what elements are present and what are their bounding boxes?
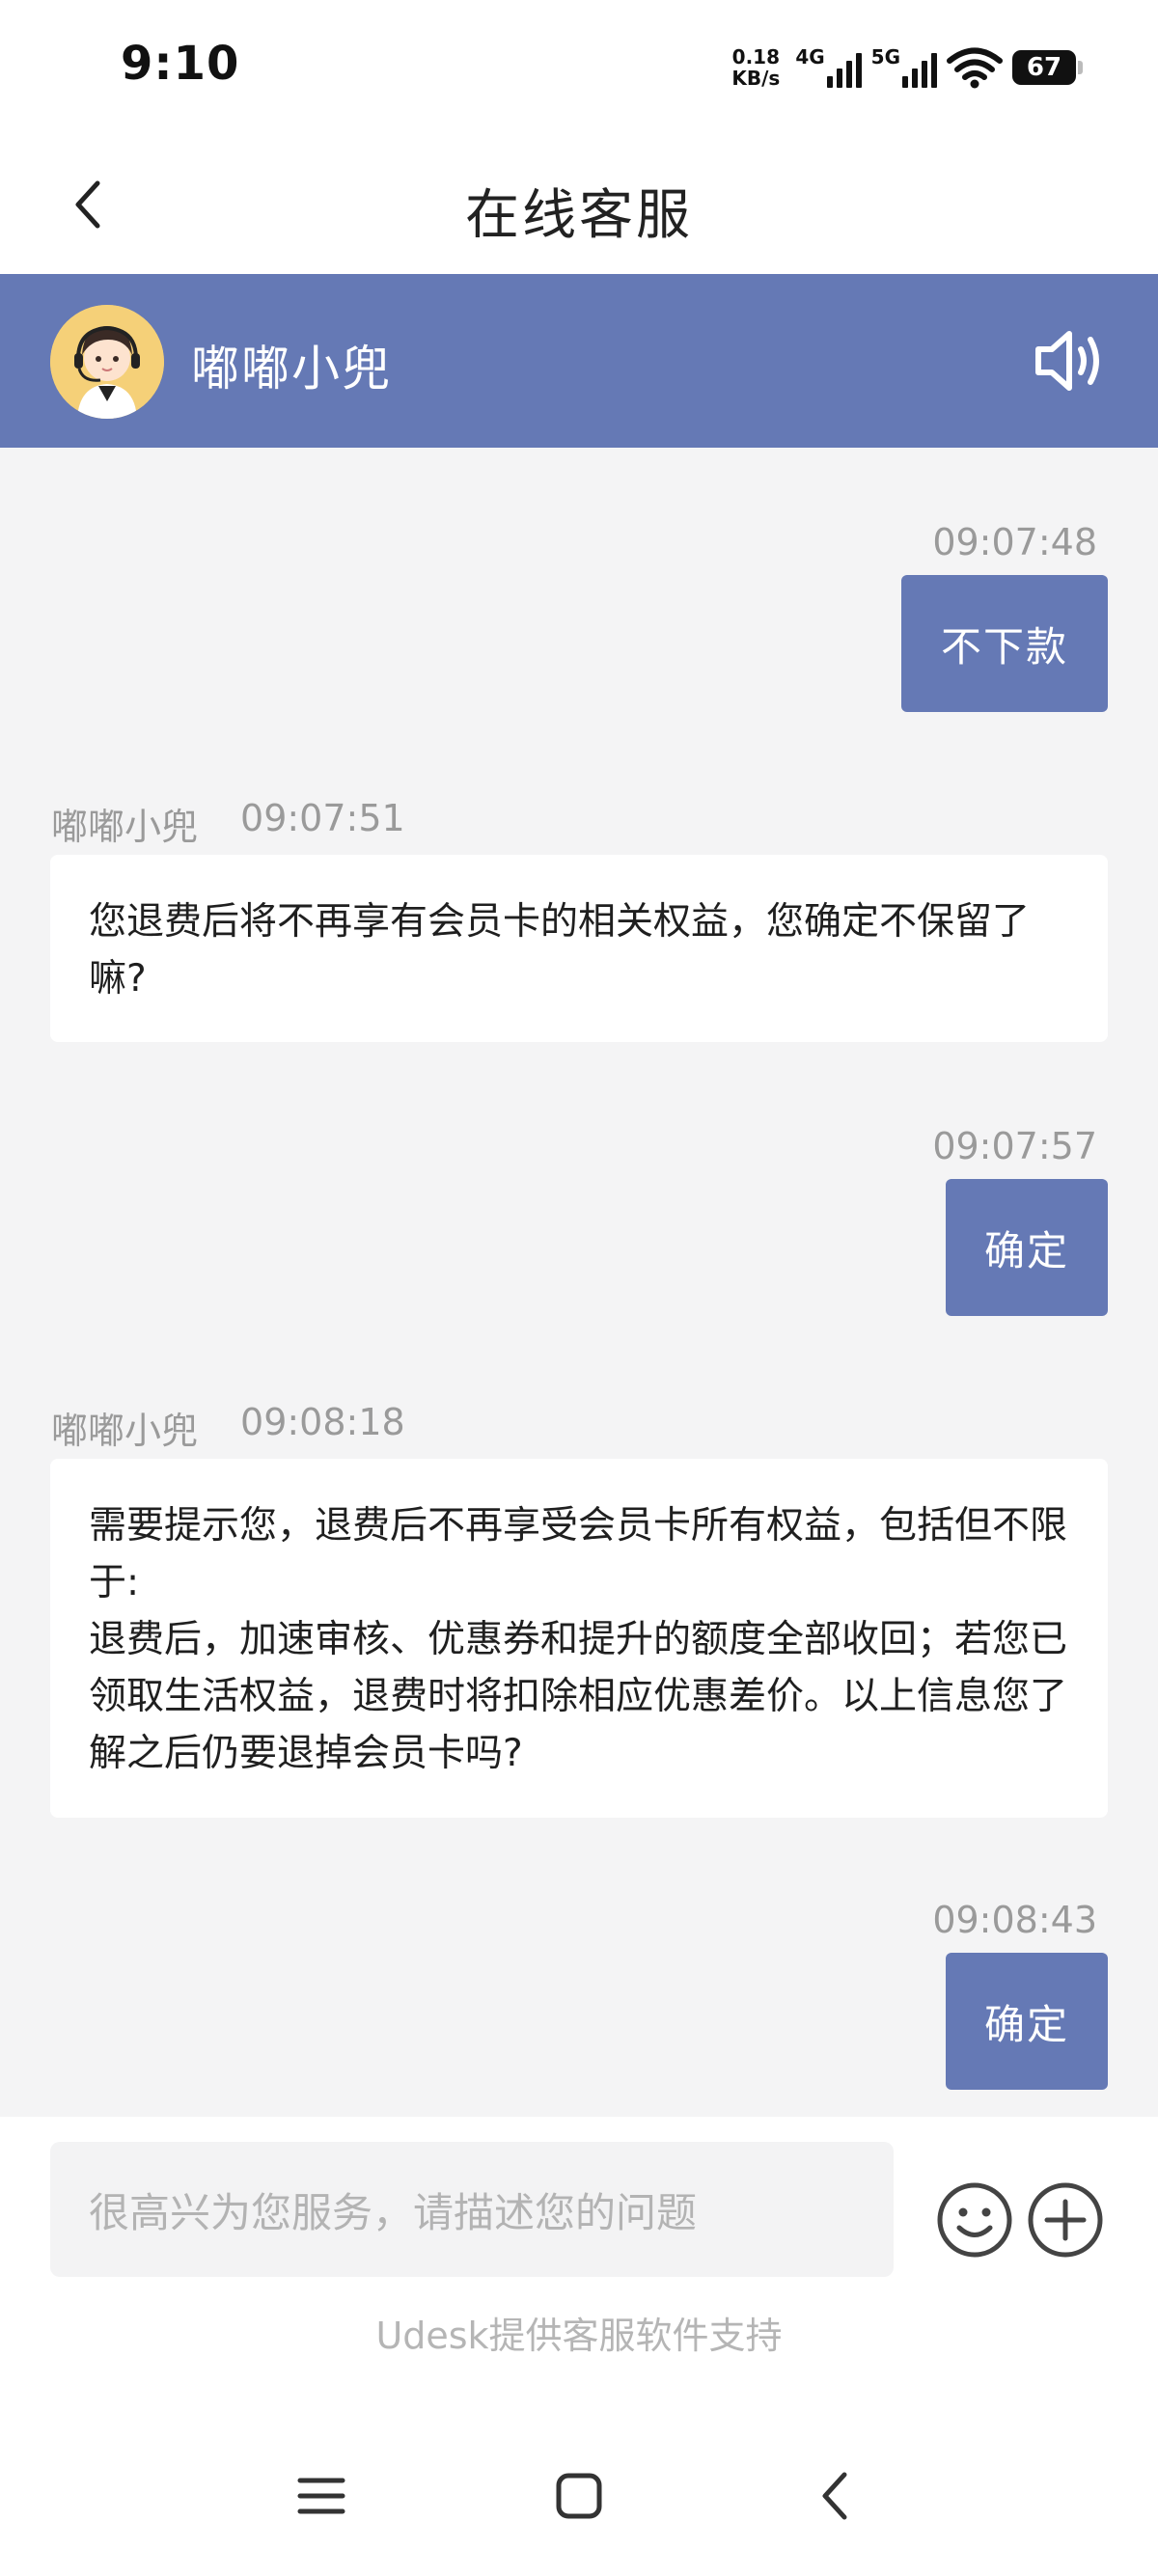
- agent-header: 嘟嘟小兜: [0, 274, 1158, 448]
- incoming-message-bubble[interactable]: 需要提示您，退费后不再享受会员卡所有权益，包括但不限于: 退费后，加速审核、优惠…: [50, 1459, 1108, 1818]
- wifi-icon: [947, 46, 1003, 89]
- input-area: 很高兴为您服务，请描述您的问题 Udesk提供客服软件支持: [0, 2117, 1158, 2397]
- outgoing-message-bubble[interactable]: 确定: [946, 1179, 1108, 1316]
- speaker-icon: [1035, 331, 1099, 391]
- message-time: 09:08:18: [240, 1401, 405, 1443]
- smiley-icon: [937, 2182, 1012, 2258]
- menu-icon: [297, 2478, 345, 2514]
- battery-icon: 67: [1012, 50, 1083, 85]
- square-icon: [556, 2473, 602, 2519]
- emoji-button[interactable]: [935, 2180, 1014, 2260]
- incoming-message-bubble[interactable]: 您退费后将不再享有会员卡的相关权益，您确定不保留了嘛?: [50, 855, 1108, 1042]
- message-time: 09:07:48: [932, 521, 1097, 563]
- footer-note: Udesk提供客服软件支持: [375, 2315, 783, 2357]
- nav-bar: 在线客服: [0, 135, 1158, 274]
- message-text-line: 退费后，加速审核、优惠券和提升的额度全部收回；若您已领取生活权益，退费时将扣除相…: [89, 1618, 1068, 1775]
- chat-screen: 9:10 0.18 KB/s 4G 5G 67 在线客服 嘟嘟小兜 09:07:…: [0, 0, 1158, 2576]
- network-speed: 0.18 KB/s: [731, 46, 780, 89]
- agent-avatar: [50, 305, 164, 419]
- message-text-line: 需要提示您，退费后不再享受会员卡所有权益，包括但不限于:: [89, 1504, 1068, 1604]
- agent-name: 嘟嘟小兜: [191, 341, 392, 397]
- incoming-message-header: 嘟嘟小兜 09:07:51: [51, 797, 405, 850]
- sender-name: 嘟嘟小兜: [51, 806, 199, 848]
- signal-4g-icon: 4G: [795, 45, 862, 88]
- message-time: 09:07:51: [240, 797, 405, 839]
- home-button[interactable]: [545, 2462, 613, 2530]
- sender-name: 嘟嘟小兜: [51, 1410, 199, 1452]
- message-time: 09:07:57: [932, 1125, 1097, 1167]
- message-text: 您退费后将不再享有会员卡的相关权益，您确定不保留了嘛?: [89, 900, 1031, 1000]
- chat-messages[interactable]: 09:07:48 不下款 嘟嘟小兜 09:07:51 您退费后将不再享有会员卡的…: [0, 448, 1158, 2117]
- network-speed-unit: KB/s: [731, 67, 781, 90]
- status-bar: 9:10 0.18 KB/s 4G 5G 67: [0, 0, 1158, 135]
- status-icons: 0.18 KB/s 4G 5G 67: [731, 39, 1083, 96]
- message-input[interactable]: 很高兴为您服务，请描述您的问题: [50, 2142, 894, 2277]
- status-time: 9:10: [121, 37, 240, 91]
- system-navigation-bar: [0, 2397, 1158, 2576]
- message-input-placeholder: 很高兴为您服务，请描述您的问题: [89, 2188, 698, 2236]
- chevron-left-icon: [822, 2472, 847, 2520]
- plus-circle-icon: [1028, 2182, 1103, 2258]
- signal-4g-label: 4G: [795, 45, 825, 69]
- battery-level: 67: [1026, 53, 1062, 82]
- speaker-button[interactable]: [1031, 324, 1108, 397]
- outgoing-message-bubble[interactable]: 不下款: [901, 575, 1108, 712]
- menu-button[interactable]: [288, 2462, 355, 2530]
- incoming-message-header: 嘟嘟小兜 09:08:18: [51, 1401, 405, 1454]
- system-back-button[interactable]: [801, 2462, 868, 2530]
- signal-5g-label: 5G: [870, 45, 900, 69]
- message-time: 09:08:43: [932, 1899, 1097, 1941]
- network-speed-value: 0.18: [731, 45, 781, 69]
- signal-5g-icon: 5G: [871, 47, 937, 88]
- more-button[interactable]: [1026, 2180, 1105, 2260]
- page-title: 在线客服: [465, 184, 693, 247]
- outgoing-message-bubble[interactable]: 确定: [946, 1953, 1108, 2090]
